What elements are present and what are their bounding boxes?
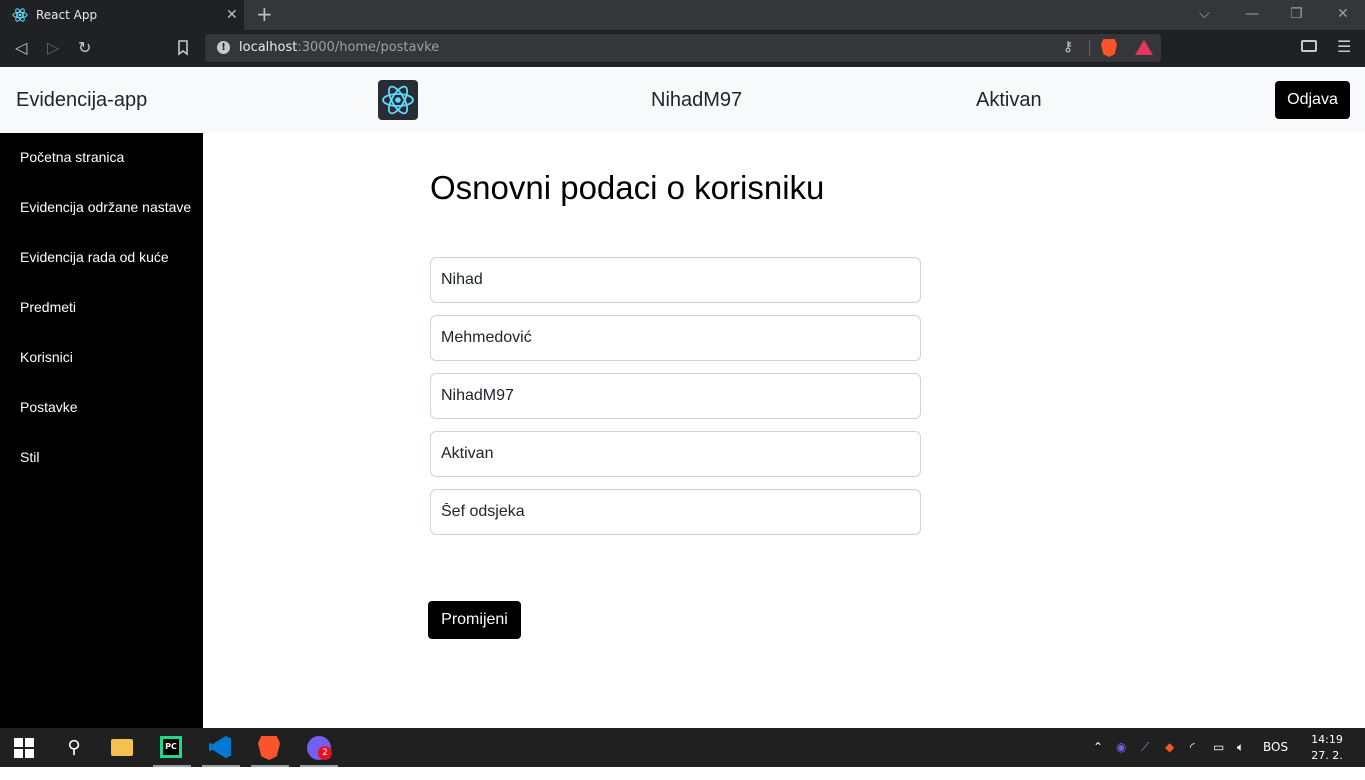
vscode-icon[interactable]	[209, 736, 231, 758]
brave-shields-icon[interactable]	[1101, 39, 1117, 57]
page-title: Osnovni podaci o korisniku	[430, 169, 825, 206]
last-name-field[interactable]	[430, 315, 921, 361]
tray-brave-icon[interactable]: ◆	[1165, 740, 1174, 754]
restore-icon[interactable]: ❐	[1290, 5, 1303, 23]
wallet-icon[interactable]	[1301, 40, 1317, 52]
tab-title: React App	[36, 8, 98, 22]
bookmark-icon[interactable]	[177, 40, 189, 56]
network-icon[interactable]: ◜	[1190, 740, 1195, 754]
language-indicator[interactable]: BOS	[1263, 740, 1288, 754]
clock-time: 14:19	[1311, 733, 1343, 746]
browser-toolbar: ◁ ▷ ↻ ! localhost:3000/home/postavke ⚷ ☰	[0, 30, 1365, 67]
header-username: NihadM97	[651, 89, 743, 111]
sidebar-item-class-records[interactable]: Evidencija održane nastave	[20, 199, 191, 215]
clock-date: 27. 2. 2022.	[1311, 749, 1343, 778]
username-field[interactable]	[430, 373, 921, 419]
sidebar: Početna stranica Evidencija održane nast…	[0, 133, 203, 728]
battery-icon[interactable]: ▭	[1213, 740, 1224, 754]
sidebar-item-settings[interactable]: Postavke	[20, 399, 78, 415]
tab-search-chevron-icon[interactable]: ⌵	[1199, 5, 1210, 23]
url-text: localhost:3000/home/postavke	[239, 40, 440, 55]
windows-start-icon[interactable]	[14, 738, 34, 758]
change-button[interactable]: Promijeni	[428, 601, 521, 639]
status-field[interactable]	[430, 431, 921, 477]
key-icon[interactable]: ⚷	[1063, 39, 1073, 55]
file-explorer-icon[interactable]	[111, 739, 133, 756]
header-status: Aktivan	[976, 89, 1042, 111]
new-tab-icon[interactable]: +	[256, 4, 273, 24]
menu-icon[interactable]: ☰	[1337, 37, 1351, 57]
sidebar-item-style[interactable]: Stil	[20, 449, 39, 465]
taskbar: ⚲	[0, 728, 1365, 767]
back-icon[interactable]: ◁	[15, 38, 27, 58]
logout-button[interactable]: Odjava	[1275, 81, 1350, 119]
info-icon[interactable]: !	[217, 41, 230, 54]
tray-viber-icon[interactable]: ◉	[1116, 740, 1126, 754]
browser-tabbar: React App ✕ + ⌵ — ❐ ✕	[0, 0, 1365, 30]
app-header: Evidencija-app NihadM97 Aktivan Odjava	[0, 67, 1365, 133]
role-field[interactable]	[430, 489, 921, 535]
viber-badge: 2	[318, 746, 332, 760]
first-name-field[interactable]	[430, 257, 921, 303]
sidebar-item-home[interactable]: Početna stranica	[20, 149, 124, 165]
sidebar-item-remote-work[interactable]: Evidencija rada od kuće	[20, 249, 169, 265]
tray-app-icon[interactable]: ⟋	[1141, 740, 1149, 754]
react-logo-icon	[378, 80, 418, 120]
sidebar-item-subjects[interactable]: Predmeti	[20, 299, 76, 315]
clock[interactable]: 14:19 27. 2. 2022.	[1298, 732, 1356, 780]
tray-chevron-icon[interactable]: ⌃	[1093, 740, 1103, 754]
reload-icon[interactable]: ↻	[78, 38, 91, 58]
brave-rewards-icon[interactable]	[1135, 40, 1153, 55]
browser-tab[interactable]: React App ✕	[0, 0, 244, 30]
address-bar[interactable]: ! localhost:3000/home/postavke ⚷	[205, 34, 1161, 62]
search-icon[interactable]: ⚲	[62, 736, 86, 760]
window-close-icon[interactable]: ✕	[1337, 5, 1349, 23]
tab-close-icon[interactable]: ✕	[226, 7, 238, 23]
minimize-icon[interactable]: —	[1245, 5, 1259, 23]
brave-browser-icon[interactable]	[258, 736, 280, 760]
pycharm-icon[interactable]	[160, 736, 182, 758]
sidebar-item-users[interactable]: Korisnici	[20, 349, 73, 365]
volume-icon[interactable]: 🔈︎	[1237, 740, 1244, 754]
forward-icon[interactable]: ▷	[47, 38, 59, 58]
omnibox-divider	[1089, 40, 1090, 56]
brand-name[interactable]: Evidencija-app	[16, 89, 147, 112]
react-favicon-icon	[12, 8, 28, 22]
